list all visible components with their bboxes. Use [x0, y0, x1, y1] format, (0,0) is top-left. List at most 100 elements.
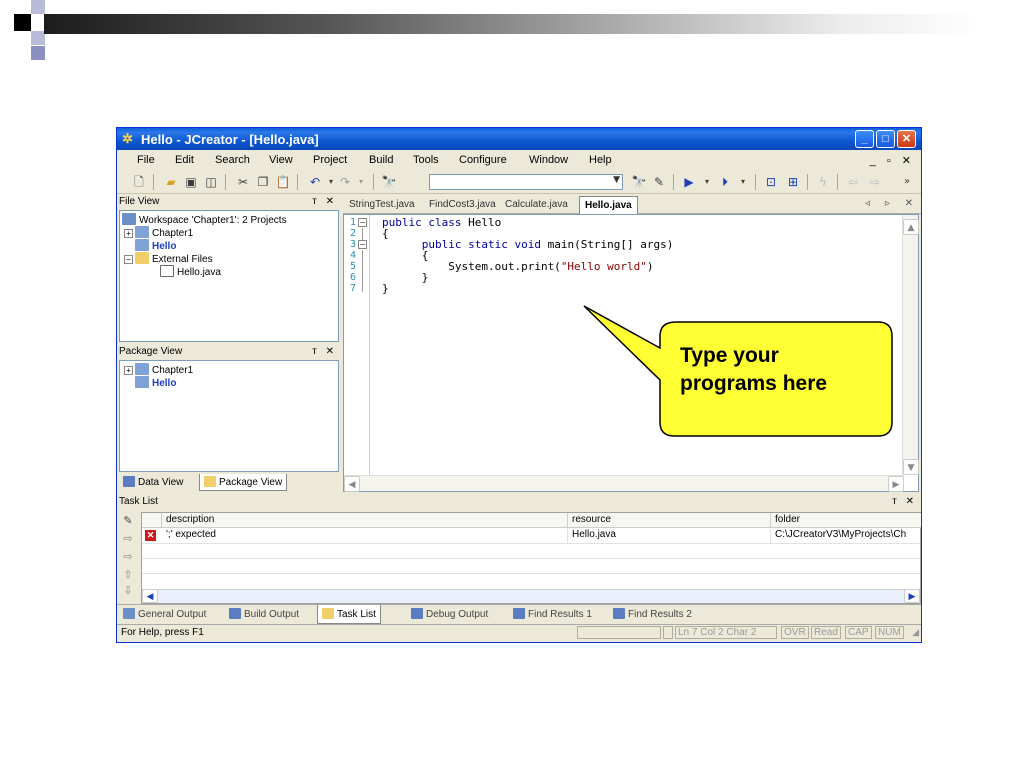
scroll-right-icon[interactable]: ▶: [888, 476, 904, 492]
compile-file-icon[interactable]: ⊡: [763, 174, 779, 190]
find-combo-input[interactable]: ▼: [429, 174, 623, 190]
deco-square-light: [31, 0, 45, 14]
tree-label: Hello: [152, 241, 177, 252]
tab-general-output[interactable]: General Output: [123, 608, 206, 620]
tab-find-results-2[interactable]: Find Results 2: [613, 608, 692, 620]
forward-icon[interactable]: ⇨: [867, 174, 883, 190]
minimize-button[interactable]: _: [855, 130, 874, 148]
chevron-down-icon[interactable]: ▼: [613, 175, 620, 185]
debug-dropdown-icon[interactable]: ▾: [735, 174, 751, 190]
task-horizontal-scrollbar[interactable]: ◀ ▶: [142, 589, 920, 603]
tab-build-output[interactable]: Build Output: [229, 608, 299, 620]
expand-icon[interactable]: +: [124, 366, 133, 375]
menu-file[interactable]: File: [137, 154, 155, 166]
menu-window[interactable]: Window: [529, 154, 568, 166]
jcreator-app-icon: ✲: [122, 131, 133, 146]
column-header-folder[interactable]: folder: [771, 513, 921, 528]
pin-close-icon[interactable]: ᴛ ✕: [312, 196, 337, 207]
toolbar-overflow-icon[interactable]: »: [899, 174, 915, 190]
menu-help[interactable]: Help: [589, 154, 612, 166]
find-in-files-icon[interactable]: 🔭: [631, 174, 647, 190]
collapse-icon[interactable]: −: [124, 255, 133, 264]
scroll-down-icon[interactable]: ▼: [903, 459, 919, 475]
resize-grip-icon[interactable]: ◢: [912, 627, 919, 638]
menu-view[interactable]: View: [269, 154, 293, 166]
status-position: Ln 7 Col 2 Char 2: [675, 626, 777, 639]
scroll-up-icon[interactable]: ▲: [903, 219, 919, 235]
task-up-icon[interactable]: ⇧: [121, 568, 135, 582]
column-header-icon[interactable]: [142, 513, 162, 528]
compile-project-icon[interactable]: ⊞: [785, 174, 801, 190]
menu-search[interactable]: Search: [215, 154, 250, 166]
task-down-icon[interactable]: ⇩: [121, 584, 135, 598]
debug-icon[interactable]: ⏵: [717, 174, 733, 190]
tree-project-chapter1[interactable]: + Chapter1: [124, 226, 193, 239]
tab-data-view[interactable]: Data View: [119, 474, 187, 491]
run-icon[interactable]: ▶: [681, 174, 697, 190]
tree-label: Hello: [152, 378, 177, 389]
tab-debug-output[interactable]: Debug Output: [411, 608, 488, 620]
redo-icon[interactable]: ↷: [337, 174, 353, 190]
tree-file-hello-java[interactable]: Hello.java: [160, 265, 221, 278]
tree-package-hello[interactable]: Hello: [135, 376, 176, 389]
scroll-left-icon[interactable]: ◀: [142, 589, 158, 603]
save-all-icon[interactable]: ◫: [203, 174, 219, 190]
menu-edit[interactable]: Edit: [175, 154, 194, 166]
cut-icon[interactable]: ✂: [235, 174, 251, 190]
callout-text: Type your programs here: [680, 342, 890, 398]
expand-icon[interactable]: +: [124, 229, 133, 238]
task-next-icon[interactable]: ⇨: [121, 550, 135, 564]
scroll-right-icon[interactable]: ▶: [904, 589, 920, 603]
editor-vertical-scrollbar[interactable]: ▲ ▼: [902, 215, 919, 475]
deco-square-low: [31, 46, 45, 60]
tab-hello-java[interactable]: Hello.java: [579, 196, 638, 214]
edit-task-icon[interactable]: ✎: [121, 514, 135, 528]
tree-package-chapter1[interactable]: + Chapter1: [124, 363, 193, 376]
tab-findcost3-java[interactable]: FindCost3.java: [429, 199, 496, 210]
maximize-button[interactable]: □: [876, 130, 895, 148]
left-pane-tabs: Data View Package View: [117, 474, 339, 492]
copy-icon[interactable]: ❐: [255, 174, 271, 190]
task-folder[interactable]: C:\JCreatorV3\MyProjects\Ch: [771, 528, 921, 543]
lightning-icon[interactable]: ϟ: [815, 174, 831, 190]
mdi-controls-icon[interactable]: _ ▫ ✕: [870, 154, 915, 167]
scroll-left-icon[interactable]: ◀: [344, 476, 360, 492]
tab-package-view[interactable]: Package View: [199, 474, 288, 491]
tab-scroll-close-icon[interactable]: ◃ ▹ ✕: [865, 198, 919, 209]
editor-horizontal-scrollbar[interactable]: ◀ ▶: [344, 475, 904, 492]
replace-icon[interactable]: ✎: [651, 174, 667, 190]
run-dropdown-icon[interactable]: ▾: [699, 174, 715, 190]
file-view-tree: Workspace 'Chapter1': 2 Projects + Chapte…: [119, 210, 339, 342]
tree-external-files[interactable]: − External Files: [124, 252, 213, 265]
undo-icon[interactable]: ↶: [307, 174, 323, 190]
paste-icon[interactable]: 📋: [275, 174, 291, 190]
tab-task-list[interactable]: Task List: [317, 605, 381, 624]
fold-collapse-icon[interactable]: −: [358, 240, 367, 249]
pin-close-icon[interactable]: ᴛ ✕: [892, 496, 917, 507]
redo-dropdown-icon[interactable]: ▾: [353, 174, 369, 190]
menu-project[interactable]: Project: [313, 154, 347, 166]
tab-calculate-java[interactable]: Calculate.java: [505, 199, 568, 210]
menu-build[interactable]: Build: [369, 154, 393, 166]
column-header-resource[interactable]: resource: [568, 513, 771, 528]
menu-tools[interactable]: Tools: [413, 154, 439, 166]
column-header-description[interactable]: description: [162, 513, 568, 528]
tab-stringtest-java[interactable]: StringTest.java: [349, 199, 415, 210]
task-action-icon[interactable]: ⇨: [121, 532, 135, 546]
close-button[interactable]: ✕: [897, 130, 916, 148]
back-icon[interactable]: ⇦: [845, 174, 861, 190]
pin-close-icon[interactable]: ᴛ ✕: [312, 346, 337, 357]
output-tabs: General Output Build Output Task List De…: [117, 604, 921, 624]
task-resource[interactable]: Hello.java: [568, 528, 771, 543]
open-folder-icon[interactable]: ▰: [163, 174, 179, 190]
tab-find-results-1[interactable]: Find Results 1: [513, 608, 592, 620]
save-icon[interactable]: ▣: [183, 174, 199, 190]
menu-configure[interactable]: Configure: [459, 154, 507, 166]
new-file-icon[interactable]: 🗋: [131, 174, 147, 190]
find-icon[interactable]: 🔭: [381, 174, 397, 190]
tree-project-hello[interactable]: Hello: [135, 239, 176, 252]
task-description[interactable]: ';' expected: [162, 528, 568, 543]
status-cap: CAP: [845, 626, 872, 639]
fold-collapse-icon[interactable]: −: [358, 218, 367, 227]
tree-workspace[interactable]: Workspace 'Chapter1': 2 Projects: [122, 213, 287, 226]
